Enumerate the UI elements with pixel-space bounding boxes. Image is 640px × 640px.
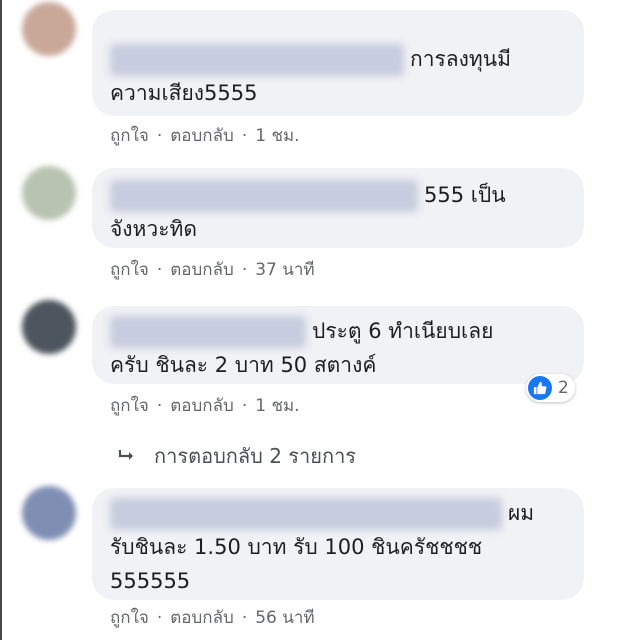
comment-text: 555 เป็น [424,183,506,207]
separator: · [241,259,248,280]
comment-text: ประตู 6 ทำเนียบเลย [312,319,494,343]
avatar[interactable] [22,300,76,354]
separator: · [156,125,163,146]
reply-arrow-icon [118,444,136,468]
timestamp[interactable]: 1 ชม. [255,392,299,419]
reply-link[interactable]: ตอบกลับ [170,392,234,419]
like-link[interactable]: ถูกใจ [110,604,149,631]
separator: · [241,607,248,628]
separator: · [241,125,248,146]
reaction-summary[interactable]: 2 [526,374,575,402]
comment-text-line: รับชินละ 1.50 บาท รับ 100 ชินครัชชชช [110,535,483,559]
reaction-count: 2 [558,378,569,398]
like-link[interactable]: ถูกใจ [110,392,149,419]
view-replies-label: การตอบกลับ 2 รายการ [154,444,357,468]
reply-link[interactable]: ตอบกลับ [170,122,234,149]
avatar[interactable] [22,2,76,56]
comment-bubble: การลงทุนมี ความเสียง5555 [92,10,584,116]
timestamp[interactable]: 1 ชม. [255,122,299,149]
comment-text-line: ประตู 6 ทำเนียบเลย [110,312,566,348]
author-name[interactable] [110,316,306,348]
timestamp[interactable]: 37 นาที [255,256,314,283]
avatar[interactable] [22,486,76,540]
comment-text-line: การลงทุนมี [110,16,566,76]
avatar[interactable] [22,166,76,220]
reply-link[interactable]: ตอบกลับ [170,256,234,283]
comment-text: ผม [508,501,535,525]
author-name[interactable] [110,498,502,530]
comment-text-line: ความเสียง5555 [110,81,258,105]
comment-bubble: ผม รับชินละ 1.50 บาท รับ 100 ชินครัชชชช … [92,488,584,600]
comment-actions: ถูกใจ · ตอบกลับ · 1 ชม. [110,122,300,149]
comment-text-line: ผม [110,494,566,530]
comment-actions: ถูกใจ · ตอบกลับ · 56 นาที [110,604,315,631]
view-replies-link[interactable]: การตอบกลับ 2 รายการ [118,440,356,472]
comment-bubble: ประตู 6 ทำเนียบเลย ครับ ชินละ 2 บาท 50 ส… [92,306,584,384]
timestamp[interactable]: 56 นาที [255,604,314,631]
separator: · [156,395,163,416]
window-edge [0,0,2,640]
like-link[interactable]: ถูกใจ [110,256,149,283]
comment-text-line: 555555 [110,569,191,593]
comment-text: การลงทุนมี [410,47,511,71]
like-link[interactable]: ถูกใจ [110,122,149,149]
comment-bubble: 555 เป็น จังหวะทิด [92,168,584,248]
comment-actions: ถูกใจ · ตอบกลับ · 37 นาที [110,256,315,283]
separator: · [156,259,163,280]
reply-link[interactable]: ตอบกลับ [170,604,234,631]
author-name[interactable] [110,180,418,212]
comment-text-line: 555 เป็น [110,174,566,212]
comment-text-line: ครับ ชินละ 2 บาท 50 สตางค์ [110,353,377,377]
comment-actions: ถูกใจ · ตอบกลับ · 1 ชม. [110,392,300,419]
comment-text-line: จังหวะทิด [110,217,197,241]
thumbs-up-icon [528,376,552,400]
separator: · [241,395,248,416]
separator: · [156,607,163,628]
author-name[interactable] [110,44,404,76]
